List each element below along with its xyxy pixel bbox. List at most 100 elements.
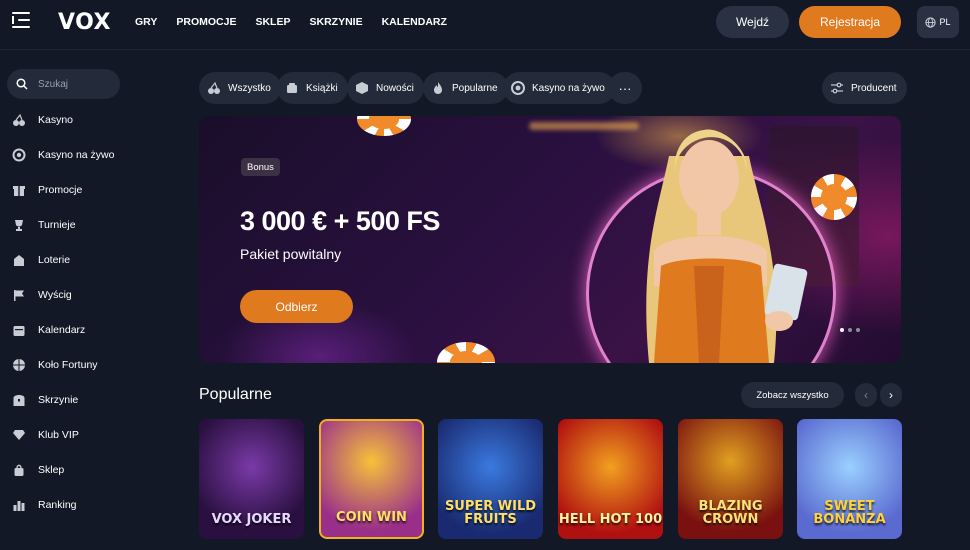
sidebar-item-koło-fortuny[interactable]: Koło Fortuny: [12, 355, 98, 375]
section-title: Popularne: [199, 386, 272, 403]
calendar-icon: [12, 323, 26, 337]
claim-button[interactable]: Odbierz: [240, 290, 353, 323]
game-title: HELL HOT 100: [558, 512, 663, 528]
nav-kalendarz[interactable]: KALENDARZ: [382, 16, 447, 28]
gift-icon: [12, 183, 26, 197]
trophy-icon: [12, 218, 26, 232]
sidebar-item-label: Koło Fortuny: [38, 359, 98, 371]
search-icon: [16, 78, 28, 90]
sidebar-item-label: Kalendarz: [38, 324, 86, 336]
game-card-super-wild-fruits[interactable]: SUPER WILD FRUITS: [438, 419, 543, 539]
sidebar-item-promocje[interactable]: Promocje: [12, 180, 82, 200]
wheel-icon: [12, 358, 26, 372]
nav-sklep[interactable]: SKLEP: [255, 16, 290, 28]
filter-label: Popularne: [452, 82, 498, 94]
diamond-icon: [12, 428, 26, 442]
chip-icon: [12, 148, 26, 162]
carousel-dot[interactable]: [856, 328, 860, 332]
next-arrow-button[interactable]: ›: [880, 383, 902, 407]
language-code: PL: [939, 17, 951, 27]
sidebar-item-ranking[interactable]: Ranking: [12, 495, 77, 515]
top-bar: VOX GRY PROMOCJE SKLEP SKRZYNIE KALENDAR…: [0, 0, 970, 50]
sidebar-item-klub-vip[interactable]: Klub VIP: [12, 425, 79, 445]
language-button[interactable]: PL: [917, 6, 959, 38]
filter-all[interactable]: Wszystko: [199, 72, 281, 104]
game-title: SUPER WILD FRUITS: [444, 498, 537, 528]
search-input[interactable]: Szukaj: [7, 69, 120, 99]
sidebar-item-kasyno-na-żywo[interactable]: Kasyno na żywo: [12, 145, 114, 165]
see-all-button[interactable]: Zobacz wszystko: [741, 382, 844, 408]
chest-icon: [12, 393, 26, 407]
cherries-icon: [12, 113, 26, 127]
chip-icon: [511, 81, 525, 95]
promo-banner[interactable]: Bonus 3 000 € + 500 FS Pakiet powitalny …: [199, 116, 901, 363]
sidebar-item-label: Loterie: [38, 254, 71, 266]
sidebar-item-label: Wyścig: [38, 289, 72, 301]
book-icon: [287, 83, 297, 93]
sidebar-item-label: Promocje: [38, 184, 83, 196]
lottery-icon: [12, 253, 26, 267]
sidebar-item-kalendarz[interactable]: Kalendarz: [12, 320, 85, 340]
filter-label: Nowości: [376, 82, 414, 94]
prev-arrow-button[interactable]: ‹: [855, 383, 877, 407]
game-card-hell-hot-100[interactable]: HELL HOT 100: [558, 419, 663, 539]
flag-icon: [12, 288, 26, 302]
sidebar-item-label: Kasyno: [38, 114, 74, 126]
logo-text: VOX: [58, 10, 112, 35]
game-card-blazing-crown[interactable]: BLAZING CROWN: [678, 419, 783, 539]
banner-subtitle: Pakiet powitalny: [240, 246, 342, 262]
sidebar-item-kasyno[interactable]: Kasyno: [12, 110, 73, 130]
sidebar-item-label: Klub VIP: [38, 429, 79, 441]
flame-icon: [434, 82, 442, 94]
sidebar-item-skrzynie[interactable]: Skrzynie: [12, 390, 78, 410]
sliders-icon: [831, 82, 843, 94]
login-button[interactable]: Wejdź: [716, 6, 789, 38]
sidebar-item-label: Ranking: [38, 499, 77, 511]
nav-promocje[interactable]: PROMOCJE: [176, 16, 236, 28]
game-card-coin-win[interactable]: COIN WIN: [319, 419, 424, 539]
sidebar-item-wyścig[interactable]: Wyścig: [12, 285, 72, 305]
sidebar-item-label: Kasyno na żywo: [38, 149, 115, 161]
casino-chip-image: [437, 342, 495, 363]
hostess-image: [646, 129, 808, 363]
nav-gry[interactable]: GRY: [135, 16, 157, 28]
producer-button[interactable]: Producent: [822, 72, 907, 104]
sidebar-item-label: Sklep: [38, 464, 65, 476]
game-card-vox-joker[interactable]: VOX JOKER: [199, 419, 304, 539]
sidebar-item-turnieje[interactable]: Turnieje: [12, 215, 76, 235]
casino-chip-image: [357, 116, 411, 136]
filter-label: Książki: [306, 82, 338, 94]
sidebar-item-sklep[interactable]: Sklep: [12, 460, 64, 480]
ranking-icon: [12, 498, 26, 512]
producer-label: Producent: [851, 82, 897, 94]
search-placeholder: Szukaj: [38, 78, 69, 90]
bonus-badge: Bonus: [241, 158, 280, 176]
sidebar: Szukaj Kasyno Kasyno na żywo Promocje Turni…: [0, 51, 130, 550]
menu-toggle-icon[interactable]: [12, 12, 30, 28]
filter-new[interactable]: Nowości: [347, 72, 424, 104]
sidebar-item-label: Turnieje: [38, 219, 76, 231]
filter-live-casino[interactable]: Kasyno na żywo: [503, 72, 615, 104]
more-icon: ···: [618, 80, 632, 96]
carousel-dot[interactable]: [848, 328, 852, 332]
filter-label: Kasyno na żywo: [532, 82, 605, 94]
sidebar-item-label: Skrzynie: [38, 394, 79, 406]
filter-popular[interactable]: Popularne: [423, 72, 508, 104]
game-title: SWEET BONANZA: [813, 498, 886, 528]
filter-label: Wszystko: [228, 82, 271, 94]
more-filters-button[interactable]: ···: [608, 72, 642, 104]
cube-icon: [356, 82, 368, 94]
casino-chip-image: [811, 174, 857, 220]
carousel-dot[interactable]: [840, 328, 844, 332]
filter-books[interactable]: Książki: [277, 72, 348, 104]
register-button[interactable]: Rejestracja: [799, 6, 901, 38]
sidebar-item-loterie[interactable]: Loterie: [12, 250, 70, 270]
nav-skrzynie[interactable]: SKRZYNIE: [309, 16, 362, 28]
bag-icon: [12, 463, 26, 477]
cherries-icon: [208, 81, 220, 94]
main-nav: GRY PROMOCJE SKLEP SKRZYNIE KALENDARZ: [135, 16, 447, 28]
globe-icon: [925, 16, 937, 28]
vox-logo[interactable]: VOX: [58, 10, 111, 35]
banner-title: 3 000 € + 500 FS: [240, 206, 440, 236]
game-card-sweet-bonanza[interactable]: SWEET BONANZA: [797, 419, 902, 539]
